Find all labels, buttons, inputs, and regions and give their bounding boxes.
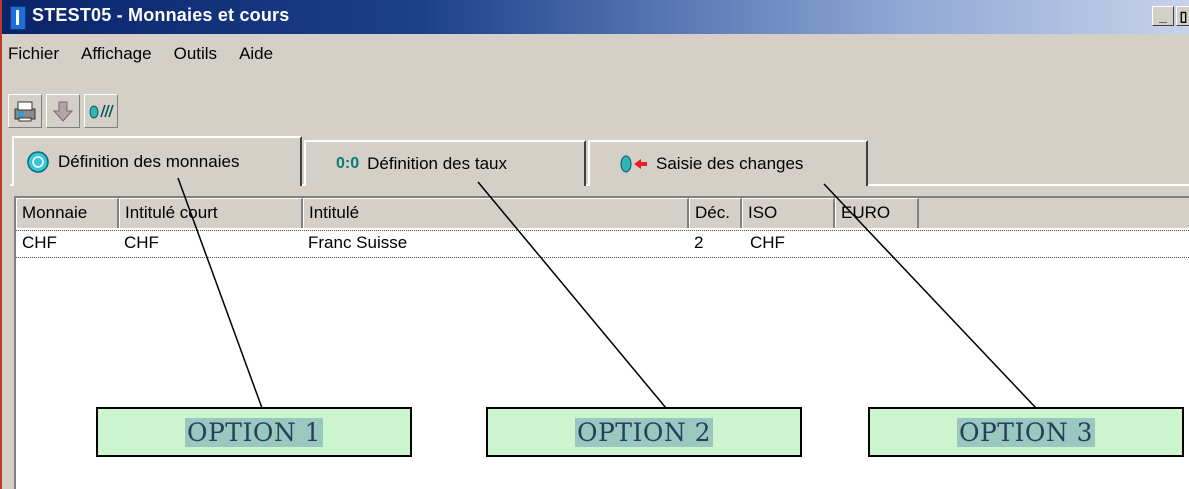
exchange-icon	[89, 104, 114, 119]
column-header-iso[interactable]: ISO	[742, 198, 835, 228]
callout-option-2: OPTION 2	[486, 407, 802, 457]
callout-option-3: OPTION 3	[868, 407, 1184, 457]
tab-saisie-changes[interactable]: Saisie des changes	[588, 140, 868, 186]
print-button[interactable]	[8, 94, 42, 128]
table-row[interactable]: CHF CHF Franc Suisse 2 CHF	[16, 230, 1189, 258]
tab-label: Saisie des changes	[656, 154, 804, 173]
menu-bar: Fichier Affichage Outils Aide	[6, 44, 275, 70]
menu-aide[interactable]: Aide	[237, 44, 275, 70]
column-header-intitule[interactable]: Intitulé	[303, 198, 689, 228]
maximize-button[interactable]: ▯	[1176, 6, 1189, 26]
callout-option-1: OPTION 1	[96, 407, 412, 457]
tab-label: Définition des monnaies	[58, 152, 240, 171]
menu-outils[interactable]: Outils	[172, 44, 219, 70]
tab-label: Définition des taux	[367, 154, 507, 173]
window-title: STEST05 - Monnaies et cours	[32, 5, 290, 25]
minimize-button[interactable]: _	[1152, 6, 1174, 26]
app-icon	[10, 6, 26, 30]
column-header-euro[interactable]: EURO	[835, 198, 919, 228]
menu-affichage[interactable]: Affichage	[79, 44, 154, 70]
down-arrow-icon	[52, 101, 74, 122]
callout-label: OPTION 1	[184, 417, 324, 447]
callout-label: OPTION 3	[956, 417, 1096, 447]
column-header-intitule-court[interactable]: Intitulé court	[119, 198, 303, 228]
column-header-dec[interactable]: Déc.	[689, 198, 742, 228]
tab-definition-monnaies[interactable]: Définition des monnaies	[12, 136, 302, 186]
rate-icon: 0:0	[336, 155, 360, 172]
cell-intitule-court: CHF	[124, 233, 159, 252]
exchange-button[interactable]	[84, 94, 118, 128]
currency-coin-icon	[27, 151, 49, 173]
cell-intitule: Franc Suisse	[308, 233, 408, 252]
print-icon	[14, 101, 36, 122]
cell-monnaie: CHF	[22, 233, 57, 252]
callout-label: OPTION 2	[574, 417, 714, 447]
grid-header: Monnaie Intitulé court Intitulé Déc. ISO…	[16, 198, 1189, 228]
tab-definition-taux[interactable]: 0:0 Définition des taux	[304, 140, 586, 186]
cell-iso: CHF	[750, 233, 785, 252]
menu-fichier[interactable]: Fichier	[6, 44, 61, 70]
download-button[interactable]	[46, 94, 80, 128]
column-header-monnaie[interactable]: Monnaie	[16, 198, 119, 228]
exchange-entry-icon	[620, 155, 647, 173]
cell-dec: 2	[694, 233, 704, 252]
toolbar	[8, 94, 118, 128]
title-bar[interactable]: STEST05 - Monnaies et cours _ ▯	[2, 0, 1189, 34]
